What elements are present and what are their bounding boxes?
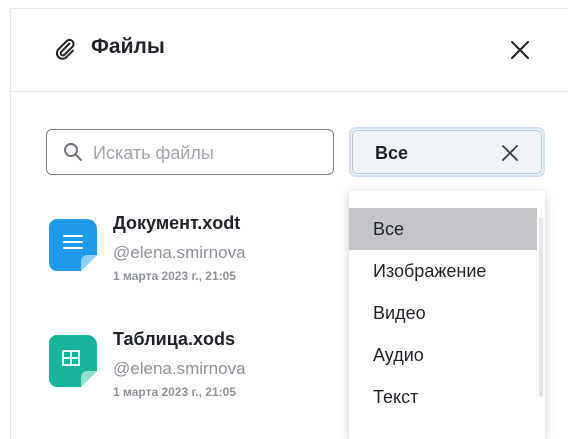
dropdown-option-video[interactable]: Видео bbox=[349, 292, 537, 334]
file-date: 1 марта 2023 г., 21:05 bbox=[113, 269, 236, 283]
document-file-icon bbox=[49, 219, 97, 271]
search-icon bbox=[64, 143, 82, 161]
file-name[interactable]: Документ.xodt bbox=[113, 213, 240, 234]
dropdown-scrollbar[interactable] bbox=[539, 217, 543, 397]
file-author: @elena.smirnova bbox=[113, 359, 246, 378]
files-panel: Файлы Все Документ.xodt @elena.smirnova … bbox=[10, 8, 568, 439]
clear-icon[interactable] bbox=[499, 142, 521, 164]
paperclip-icon bbox=[55, 38, 75, 60]
filter-select-inner: Все bbox=[352, 130, 542, 174]
filter-dropdown-menu: Все Изображение Видео Аудио Текст bbox=[349, 191, 545, 439]
dropdown-option-text[interactable]: Текст bbox=[349, 376, 537, 418]
file-date: 1 марта 2023 г., 21:05 bbox=[113, 385, 236, 399]
filter-select[interactable]: Все bbox=[349, 127, 545, 177]
close-icon[interactable] bbox=[507, 37, 533, 63]
file-item[interactable]: Таблица.xods @elena.smirnova 1 марта 202… bbox=[47, 329, 337, 419]
dropdown-option-all[interactable]: Все bbox=[349, 208, 537, 250]
panel-title: Файлы bbox=[91, 35, 165, 58]
search-input[interactable] bbox=[91, 140, 325, 166]
dropdown-option-image[interactable]: Изображение bbox=[349, 250, 537, 292]
search-field[interactable] bbox=[46, 129, 334, 175]
dropdown-option-audio[interactable]: Аудио bbox=[349, 334, 537, 376]
file-author: @elena.smirnova bbox=[113, 243, 246, 262]
filter-selected-value: Все bbox=[375, 143, 409, 163]
file-item[interactable]: Документ.xodt @elena.smirnova 1 марта 20… bbox=[47, 213, 337, 303]
spreadsheet-file-icon bbox=[49, 335, 97, 387]
panel-header: Файлы bbox=[11, 9, 568, 92]
file-name[interactable]: Таблица.xods bbox=[113, 329, 235, 350]
